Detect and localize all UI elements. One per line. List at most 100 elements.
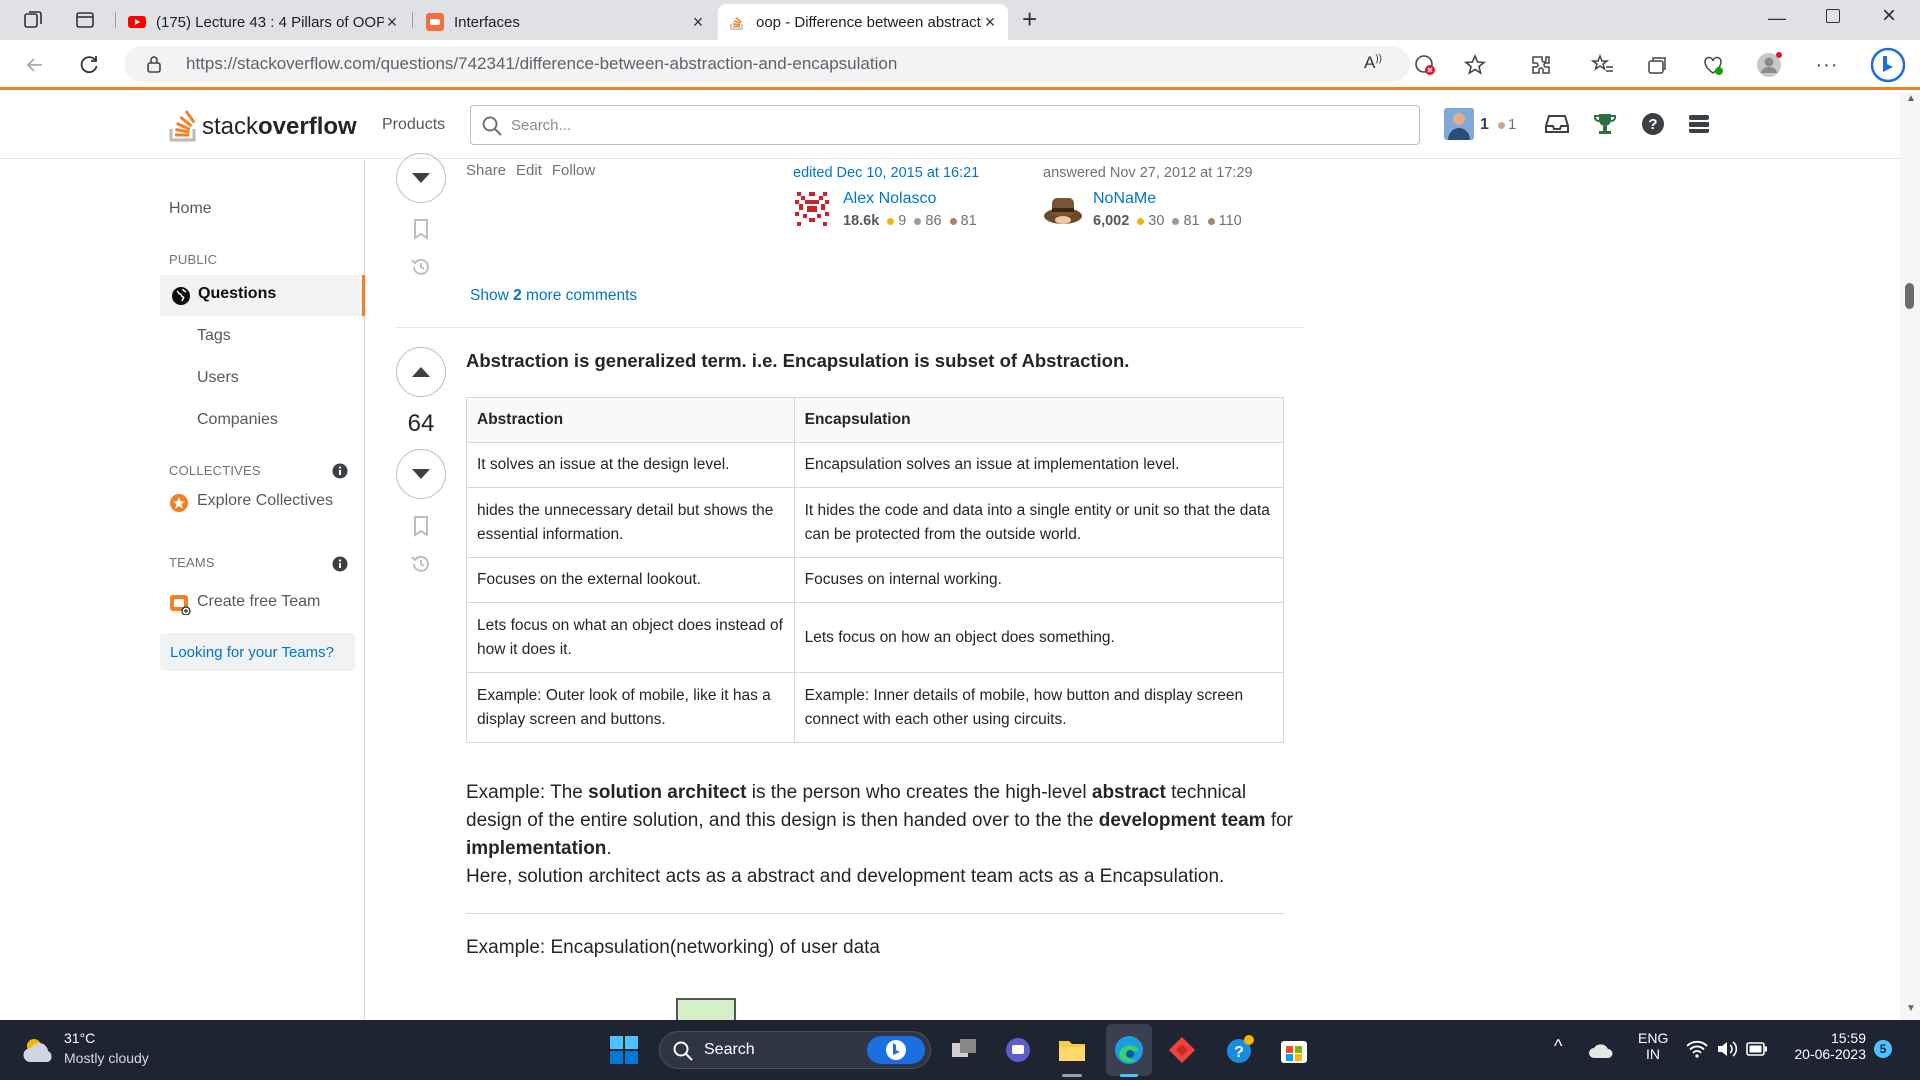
search-icon	[482, 116, 502, 136]
url-field[interactable]: https://stackoverflow.com/questions/7423…	[124, 46, 1410, 82]
close-window-button[interactable]: ×	[1882, 2, 1896, 30]
stackoverflow-logo[interactable]: stack overflow	[168, 103, 357, 143]
microsoft-store-icon[interactable]	[1276, 1032, 1312, 1068]
collections-icon[interactable]	[1642, 50, 1672, 80]
refresh-icon[interactable]	[74, 50, 104, 80]
scroll-up-arrow-icon[interactable]: ▲	[1906, 93, 1916, 104]
favorite-star-icon[interactable]	[1460, 50, 1490, 80]
editor-name-link[interactable]: Alex Nolasco	[843, 190, 936, 208]
follow-link[interactable]: Follow	[552, 162, 595, 179]
address-bar-row: https://stackoverflow.com/questions/7423…	[0, 40, 1920, 90]
search-input[interactable]: Search...	[470, 105, 1420, 145]
edge-browser-icon[interactable]	[1111, 1032, 1147, 1068]
show-comments-suffix: more comments	[521, 287, 638, 304]
bing-chat-icon[interactable]	[1868, 45, 1908, 85]
close-tab-icon[interactable]: ×	[384, 12, 400, 33]
post-divider	[396, 327, 1304, 328]
sidebar-item-tags[interactable]: Tags	[197, 327, 231, 345]
onedrive-cloud-icon[interactable]	[1588, 1040, 1614, 1060]
site-switcher-icon[interactable]	[1686, 111, 1712, 142]
editor-silver: 86	[925, 213, 942, 229]
language-indicator[interactable]: ENG IN	[1638, 1030, 1668, 1062]
info-icon[interactable]	[332, 463, 348, 479]
close-tab-icon[interactable]: ×	[690, 12, 706, 33]
coding-ninjas-icon	[426, 13, 444, 31]
globe-icon	[172, 287, 190, 305]
extensions-icon[interactable]	[1526, 50, 1556, 80]
workspaces-icon[interactable]	[18, 5, 48, 35]
clock[interactable]: 15:59 20-06-2023	[1780, 1030, 1866, 1062]
show-more-comments-link[interactable]: Show 2 more comments	[470, 287, 637, 305]
scroll-down-arrow-icon[interactable]: ▼	[1906, 1003, 1916, 1014]
author-name-link[interactable]: NoNaMe	[1093, 190, 1156, 208]
inbox-icon[interactable]	[1544, 111, 1570, 142]
edit-link[interactable]: Edit	[516, 162, 542, 179]
upvote-button[interactable]	[396, 347, 446, 397]
new-tab-button[interactable]: +	[1022, 4, 1037, 35]
volume-icon[interactable]	[1716, 1039, 1738, 1059]
tab-youtube[interactable]: (175) Lecture 43 : 4 Pillars of OOP ×	[118, 4, 410, 40]
help-icon[interactable]: ?	[1640, 111, 1666, 142]
editor-name: Alex Nolasco	[843, 190, 937, 207]
achievements-trophy-icon[interactable]	[1592, 111, 1618, 142]
windows-start-icon[interactable]	[609, 1035, 639, 1065]
history-icon[interactable]	[409, 255, 433, 279]
sidebar-item-users[interactable]: Users	[197, 369, 239, 387]
downvote-arrow-icon	[412, 173, 430, 183]
downvote-button[interactable]	[396, 153, 446, 203]
page-scrollbar[interactable]: ▲ ▼	[1900, 93, 1920, 1020]
notification-count-badge[interactable]: 5	[1874, 1040, 1892, 1058]
weather-cloud-icon[interactable]	[20, 1034, 58, 1066]
read-aloud-icon[interactable]: A))	[1364, 53, 1382, 73]
author-silver: 81	[1183, 213, 1200, 229]
more-menu-icon[interactable]: ···	[1812, 50, 1842, 80]
wifi-icon[interactable]	[1686, 1039, 1708, 1059]
products-menu[interactable]: Products	[382, 116, 445, 134]
sidebar-item-companies[interactable]: Companies	[197, 411, 278, 429]
sidebar-item-explore-collectives[interactable]: Explore Collectives	[169, 492, 369, 516]
file-explorer-icon[interactable]	[1054, 1032, 1090, 1068]
weather-temp: 31°C	[64, 1030, 96, 1046]
tab-interfaces[interactable]: Interfaces ×	[416, 4, 716, 40]
tab-stackoverflow-active[interactable]: oop - Difference between abstraction and…	[718, 4, 1008, 40]
restore-button[interactable]	[1826, 9, 1840, 23]
tab-actions-icon[interactable]	[70, 5, 100, 35]
windows-taskbar: 31°C Mostly cloudy Search ? ^ ENG IN 15:5…	[0, 1020, 1920, 1080]
history-icon[interactable]	[409, 552, 433, 576]
example-networking: Example: Encapsulation(networking) of us…	[466, 937, 881, 958]
share-link[interactable]: Share	[466, 162, 506, 179]
tracking-prevention-icon[interactable]	[1410, 50, 1440, 80]
info-icon[interactable]	[332, 556, 348, 572]
author-stats: 6,002 30 81 110	[1093, 213, 1242, 229]
user-avatar[interactable]	[1444, 108, 1474, 140]
minimize-button[interactable]: —	[1768, 8, 1786, 29]
author-avatar[interactable]	[1043, 190, 1083, 228]
get-help-icon[interactable]: ?	[1222, 1032, 1258, 1068]
close-tab-icon[interactable]: ×	[982, 12, 998, 33]
downvote-button[interactable]	[396, 449, 446, 499]
sidebar-heading-collectives: COLLECTIVES	[169, 463, 261, 478]
profile-avatar-icon[interactable]	[1754, 50, 1784, 80]
looking-for-teams-link[interactable]: Looking for your Teams?	[160, 633, 355, 671]
collectives-star-icon	[170, 494, 188, 512]
task-view-icon[interactable]	[946, 1032, 982, 1068]
sidebar-item-home[interactable]: Home	[169, 200, 212, 218]
scrollbar-thumb[interactable]	[1905, 283, 1914, 309]
anydesk-icon[interactable]	[1164, 1032, 1200, 1068]
editor-identicon[interactable]	[793, 190, 831, 228]
tray-overflow-chevron-icon[interactable]: ^	[1554, 1036, 1562, 1057]
sidebar-item-label: Create free Team	[197, 593, 321, 610]
bookmark-icon[interactable]	[412, 218, 430, 240]
back-icon[interactable]	[20, 50, 50, 80]
edited-timestamp-link[interactable]: edited Dec 10, 2015 at 16:21	[793, 165, 979, 181]
teams-chat-icon[interactable]	[1000, 1032, 1036, 1068]
table-cell: Focuses on the external lookout.	[466, 557, 795, 604]
bookmark-icon[interactable]	[412, 515, 430, 537]
favorites-list-icon[interactable]	[1588, 50, 1618, 80]
browser-essentials-icon[interactable]	[1698, 50, 1728, 80]
sidebar-item-questions[interactable]: Questions	[160, 275, 365, 316]
taskbar-search-box[interactable]: Search	[659, 1031, 931, 1069]
create-free-team-link[interactable]: Create free Team	[169, 591, 369, 617]
battery-icon[interactable]	[1746, 1041, 1768, 1057]
gold-badge-dot	[887, 217, 895, 225]
